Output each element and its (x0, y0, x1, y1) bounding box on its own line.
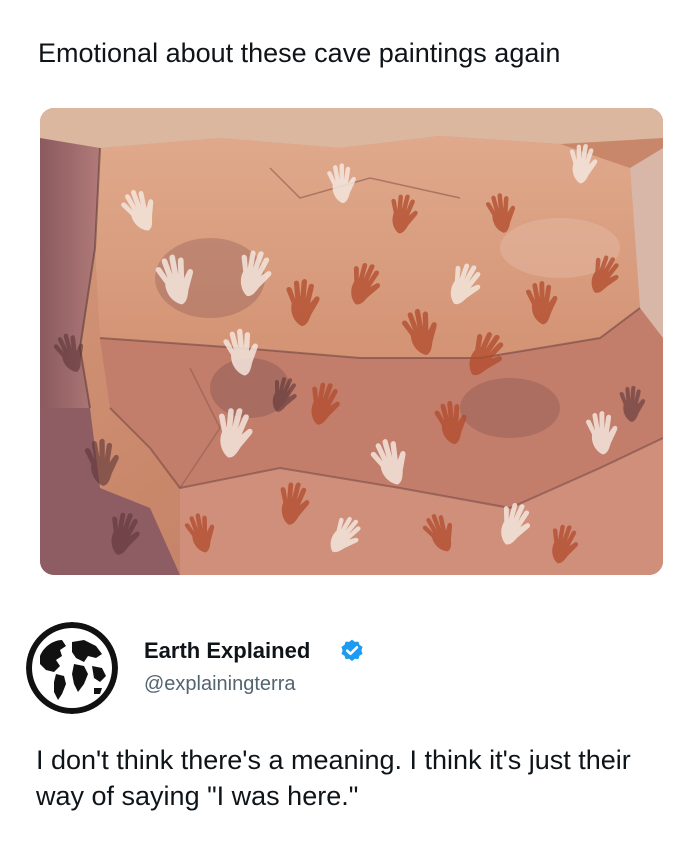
author-avatar[interactable] (26, 622, 118, 714)
reply-text: I don't think there's a meaning. I think… (36, 745, 631, 811)
verified-badge-icon (341, 639, 363, 662)
author-handle[interactable]: @explainingterra (144, 673, 296, 696)
post-text: Emotional about these cave paintings aga… (38, 38, 561, 68)
author-name[interactable]: Earth Explained (144, 638, 310, 664)
cave-paintings-image[interactable] (40, 108, 663, 575)
globe-icon (26, 622, 118, 714)
author-row: Earth Explained @explainingterra (0, 612, 700, 722)
quoted-post: Emotional about these cave paintings aga… (0, 0, 700, 600)
